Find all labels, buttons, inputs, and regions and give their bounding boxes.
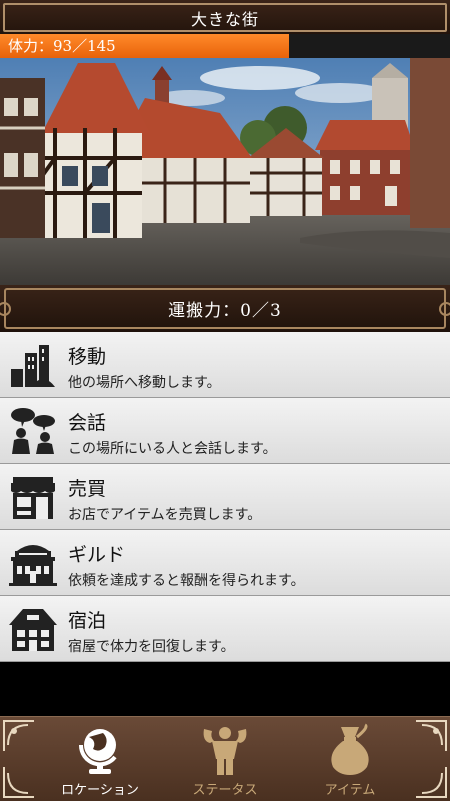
title-bar: 大きな街 xyxy=(0,0,450,34)
menu-desc: 他の場所へ移動します。 xyxy=(68,375,221,391)
guild-hall-icon xyxy=(9,545,57,586)
menu-desc: この場所にいる人と会話します。 xyxy=(68,441,277,457)
town-buildings-icon xyxy=(11,345,55,387)
page-title: 大きな街 xyxy=(3,3,447,32)
menu-desc: お店でアイテムを売買します。 xyxy=(68,507,262,523)
bottom-nav: ロケーション ステータス アイテム xyxy=(0,716,450,801)
globe-icon xyxy=(78,729,117,774)
inn-house-icon xyxy=(9,609,57,651)
menu-title: 移動 xyxy=(68,346,107,368)
capacity-bar: 運搬力：0／3 xyxy=(0,285,450,332)
menu-item-inn[interactable]: 宿泊 宿屋で体力を回復します。 xyxy=(0,596,450,662)
menu-item-trade[interactable]: 売買 お店でアイテムを売買します。 xyxy=(0,464,450,530)
menu-title: 売買 xyxy=(68,478,107,500)
menu-desc: 宿屋で体力を回復します。 xyxy=(68,639,235,655)
menu-title: 宿泊 xyxy=(68,610,107,632)
stamina-label: 体力：93／145 xyxy=(8,37,116,55)
menu-title: ギルド xyxy=(68,544,126,566)
shop-icon xyxy=(11,477,55,519)
menu-item-move[interactable]: 移動 他の場所へ移動します。 xyxy=(0,332,450,398)
people-talking-icon xyxy=(11,408,55,454)
menu-item-guild[interactable]: ギルド 依頼を達成すると報酬を得られます。 xyxy=(0,530,450,596)
action-menu: 移動 他の場所へ移動します。 会話 この場所にいる人と会話します。 売買 お店で… xyxy=(0,332,450,662)
menu-title: 会話 xyxy=(68,412,107,434)
menu-desc: 依頼を達成すると報酬を得られます。 xyxy=(68,573,305,589)
strongman-icon xyxy=(203,727,247,775)
stamina-bar: 体力：93／145 xyxy=(0,34,450,58)
nav-label: アイテム xyxy=(324,783,376,798)
item-bag-icon xyxy=(331,723,369,775)
nav-tab-items[interactable]: アイテム xyxy=(275,717,425,801)
town-scene-image xyxy=(0,58,450,285)
menu-item-talk[interactable]: 会話 この場所にいる人と会話します。 xyxy=(0,398,450,464)
capacity-label: 運搬力：0／3 xyxy=(0,288,450,329)
